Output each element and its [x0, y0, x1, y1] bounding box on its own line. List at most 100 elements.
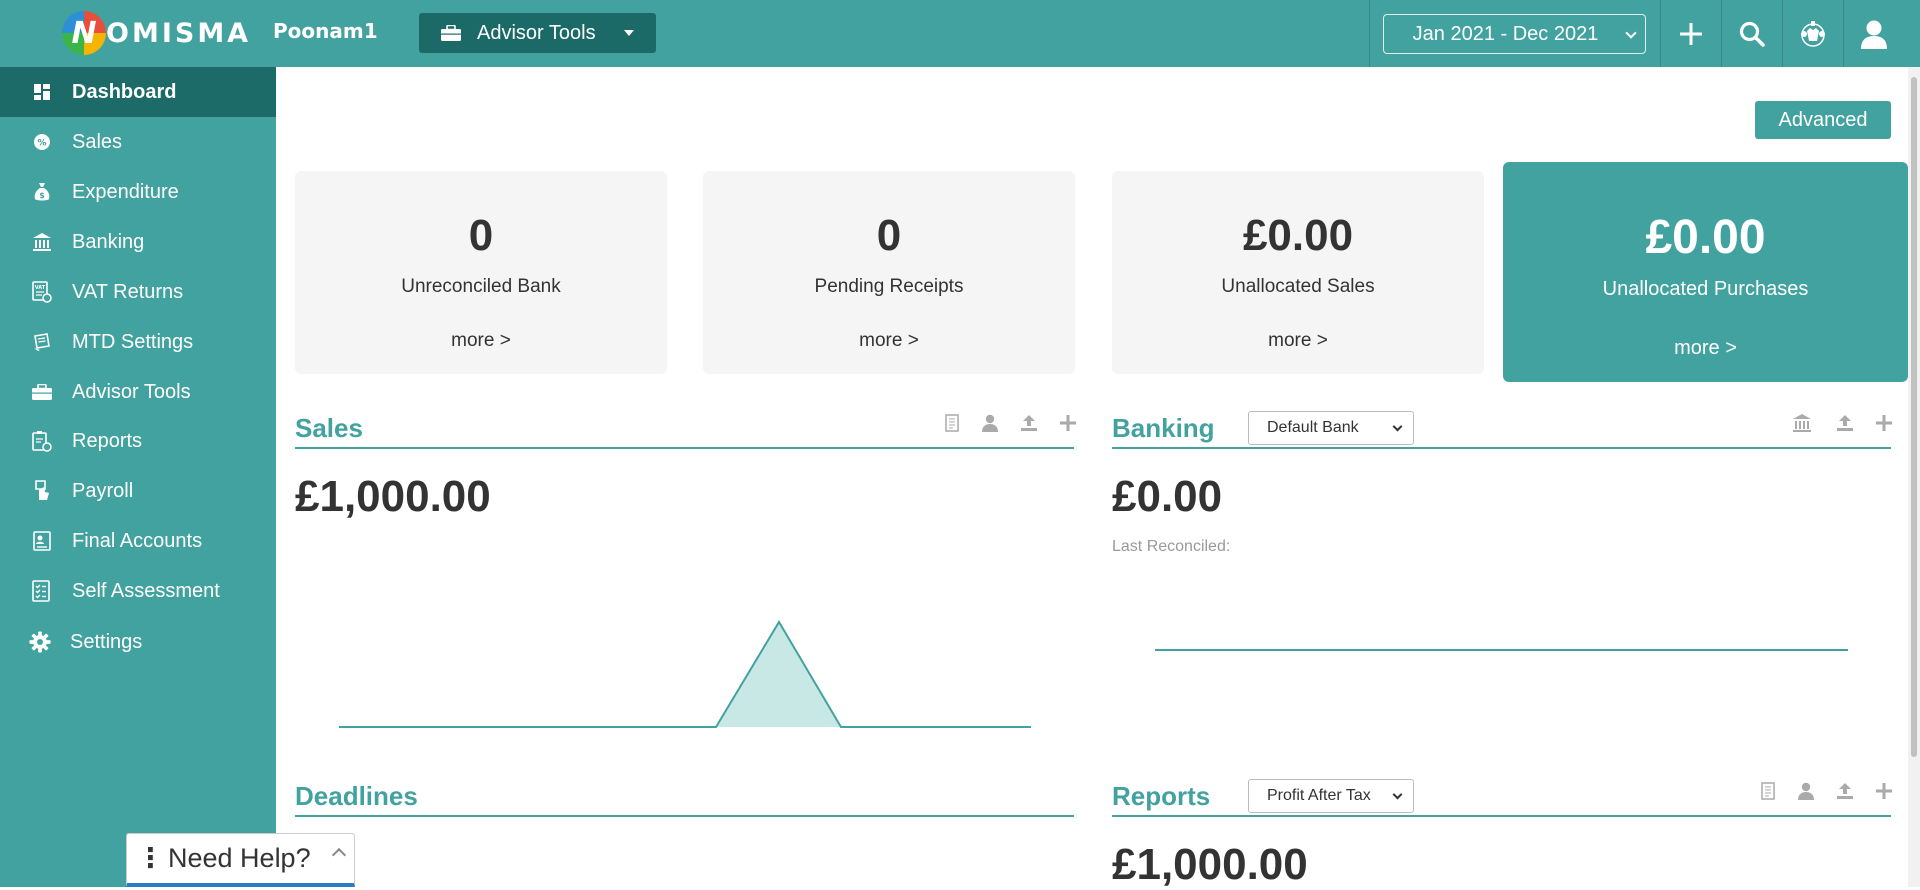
bank-account-select[interactable]: Default Bank [1248, 411, 1414, 445]
company-name[interactable]: Poonam1 [273, 19, 378, 43]
upload-icon[interactable] [1018, 412, 1040, 434]
need-help-widget[interactable]: ⋮ Need Help? [126, 833, 355, 887]
customer-icon[interactable] [979, 412, 1001, 434]
logo-text: OMISMA [106, 17, 252, 49]
date-range-select[interactable]: Jan 2021 - Dec 2021 [1383, 14, 1646, 54]
sidebar-item-dashboard[interactable]: Dashboard [0, 67, 276, 117]
sidebar-item-self-assessment[interactable]: Self Assessment [0, 566, 276, 616]
drag-handle-icon[interactable]: ⋮ [137, 843, 164, 874]
reports-section-title: Reports [1112, 781, 1211, 811]
sidebar-item-label: Settings [70, 630, 143, 653]
plus-icon [1680, 22, 1702, 45]
divider [1369, 0, 1370, 67]
search-button[interactable] [1722, 0, 1782, 67]
chevron-down-icon [1625, 27, 1637, 39]
card-more-link[interactable]: more > [1503, 337, 1908, 360]
plus-icon[interactable] [1873, 780, 1895, 802]
sidebar-item-final-accounts[interactable]: Final Accounts [0, 516, 276, 566]
banking-sparkline-chart [1155, 649, 1848, 651]
sidebar: Dashboard % Sales $ Expenditure Banking … [0, 67, 276, 887]
sidebar-item-label: MTD Settings [72, 330, 194, 353]
sidebar-item-sales[interactable]: % Sales [0, 117, 276, 167]
sidebar-item-label: Self Assessment [72, 579, 220, 602]
sidebar-item-reports[interactable]: Reports [0, 416, 276, 466]
user-menu-button[interactable] [1844, 0, 1904, 67]
card-value: £0.00 [1645, 211, 1766, 264]
section-divider [1112, 815, 1891, 817]
final-accounts-icon [31, 530, 53, 552]
customer-icon[interactable] [1795, 780, 1817, 802]
bank-account-value: Default Bank [1267, 419, 1359, 436]
top-bar: N OMISMA Poonam1 Advisor Tools Jan 2021 … [0, 0, 1920, 67]
upload-icon[interactable] [1834, 780, 1856, 802]
card-more-link[interactable]: more > [703, 330, 1075, 352]
card-value: 0 [468, 211, 494, 260]
advanced-button[interactable]: Advanced [1755, 101, 1891, 139]
sales-line [339, 620, 1031, 728]
search-icon [1739, 21, 1765, 47]
card-unallocated-purchases: £0.00 Unallocated Purchases more > [1503, 162, 1908, 382]
sidebar-item-expenditure[interactable]: $ Expenditure [0, 167, 276, 217]
sidebar-item-label: Final Accounts [72, 529, 203, 552]
scrollbar-thumb[interactable] [1911, 77, 1917, 757]
plus-icon[interactable] [1873, 412, 1895, 434]
card-unallocated-sales: £0.00 Unallocated Sales more > [1112, 171, 1484, 374]
upload-icon[interactable] [1834, 412, 1856, 434]
chevron-up-icon[interactable] [331, 847, 347, 863]
caret-down-icon [624, 30, 634, 36]
sidebar-item-label: VAT Returns [72, 280, 184, 303]
card-value: £0.00 [1242, 211, 1354, 260]
sidebar-item-label: Dashboard [72, 80, 177, 103]
card-pending-receipts: 0 Pending Receipts more > [703, 171, 1075, 374]
card-more-link[interactable]: more > [1112, 330, 1484, 352]
sidebar-item-vat-returns[interactable]: VAT VAT Returns [0, 267, 276, 317]
need-help-label: Need Help? [168, 843, 311, 873]
receipt-icon[interactable] [941, 412, 963, 434]
bank-icon[interactable] [1791, 412, 1813, 434]
deadlines-section-title: Deadlines [295, 781, 418, 811]
report-type-select[interactable]: Profit After Tax [1248, 779, 1414, 813]
reports-icon [31, 430, 53, 452]
receipt-icon[interactable] [1757, 780, 1779, 802]
sidebar-item-label: Reports [72, 429, 143, 452]
add-button[interactable] [1661, 0, 1721, 67]
nomisma-logo[interactable]: N OMISMA [62, 11, 251, 55]
briefcase-icon [31, 381, 53, 403]
card-label: Unreconciled Bank [401, 276, 561, 297]
page-scrollbar[interactable] [1908, 67, 1920, 887]
svg-text:%: % [37, 139, 46, 149]
sidebar-item-banking[interactable]: Banking [0, 217, 276, 267]
svg-text:VAT: VAT [35, 285, 46, 291]
sales-icon: % [31, 131, 53, 153]
sidebar-item-settings[interactable]: Settings [0, 617, 276, 667]
royal-crest-icon [1801, 20, 1825, 47]
banking-balance: £0.00 [1112, 472, 1223, 521]
sales-area [716, 622, 841, 727]
user-icon [1861, 20, 1887, 49]
sidebar-item-advisor-tools[interactable]: Advisor Tools [0, 367, 276, 417]
card-more-link[interactable]: more > [295, 330, 667, 352]
gear-icon [29, 631, 51, 653]
card-label: Unallocated Purchases [1602, 278, 1809, 300]
section-divider [295, 815, 1074, 817]
section-divider [1112, 447, 1891, 449]
advisor-tools-label: Advisor Tools [477, 21, 596, 44]
banking-section-title: Banking [1112, 413, 1215, 443]
reports-total: £1,000.00 [1112, 840, 1308, 889]
section-divider [295, 447, 1074, 449]
sales-sparkline-chart [339, 620, 1031, 728]
advisor-tools-button[interactable]: Advisor Tools [419, 13, 656, 53]
sidebar-item-label: Payroll [72, 479, 134, 502]
svg-text:$: $ [39, 191, 45, 200]
last-reconciled-label: Last Reconciled: [1112, 538, 1231, 555]
hmrc-button[interactable] [1783, 0, 1843, 67]
sidebar-item-mtd-settings[interactable]: MTD Settings [0, 317, 276, 367]
card-label: Unallocated Sales [1221, 276, 1375, 297]
chevron-down-icon [1392, 421, 1403, 432]
sidebar-item-payroll[interactable]: Payroll [0, 466, 276, 516]
sidebar-item-label: Expenditure [72, 180, 179, 203]
dashboard-icon [31, 81, 53, 103]
briefcase-icon [441, 25, 461, 41]
vat-icon: VAT [31, 281, 53, 303]
plus-icon[interactable] [1057, 412, 1079, 434]
